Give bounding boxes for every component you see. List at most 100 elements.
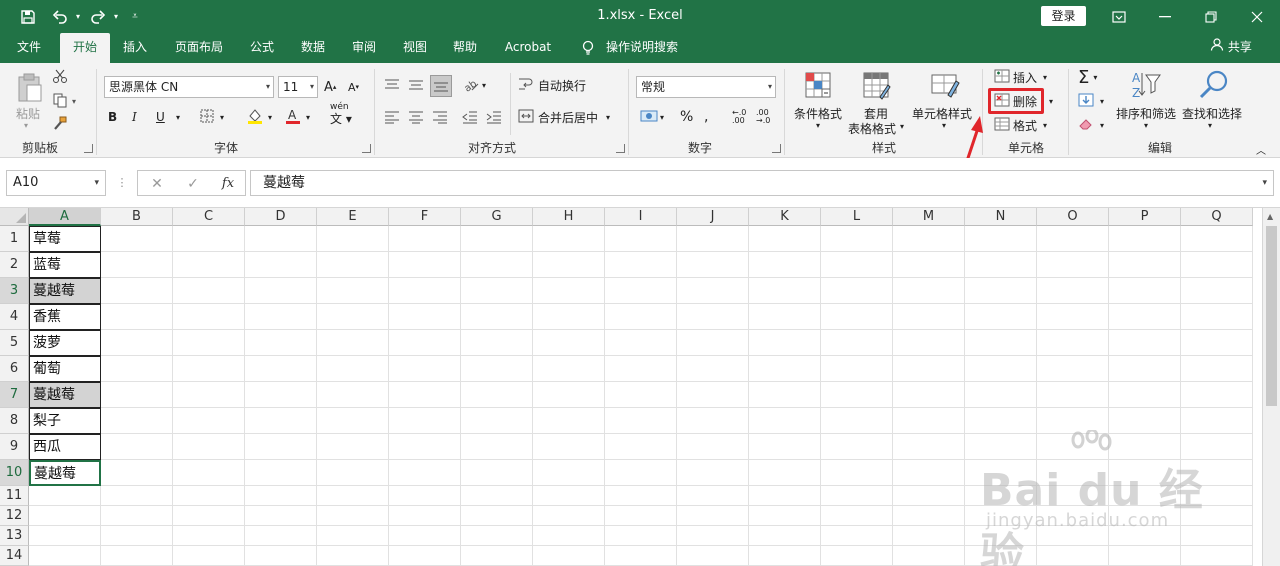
- row-header[interactable]: 2: [0, 252, 29, 278]
- cell-L1[interactable]: [821, 226, 893, 252]
- column-header[interactable]: K: [749, 208, 821, 226]
- cell-D10[interactable]: [245, 460, 317, 486]
- insert-function-icon[interactable]: fx: [216, 171, 240, 197]
- cell-P14[interactable]: [1109, 546, 1181, 566]
- cell-Q9[interactable]: [1181, 434, 1253, 460]
- tab-formulas[interactable]: 公式: [240, 33, 284, 63]
- cell-K4[interactable]: [749, 304, 821, 330]
- cell-H1[interactable]: [533, 226, 605, 252]
- cell-G14[interactable]: [461, 546, 533, 566]
- cell-O11[interactable]: [1037, 486, 1109, 506]
- cell-G7[interactable]: [461, 382, 533, 408]
- undo-icon[interactable]: [48, 0, 72, 33]
- cell-I4[interactable]: [605, 304, 677, 330]
- cell-Q7[interactable]: [1181, 382, 1253, 408]
- cell-H4[interactable]: [533, 304, 605, 330]
- redo-dropdown-icon[interactable]: ▾: [110, 0, 122, 33]
- name-box[interactable]: A10 ▾: [6, 170, 106, 196]
- font-launcher-icon[interactable]: [362, 144, 371, 153]
- column-header[interactable]: B: [101, 208, 173, 226]
- font-name-select[interactable]: 思源黑体 CN ▾: [104, 76, 274, 98]
- align-top-icon[interactable]: [384, 75, 402, 95]
- column-header[interactable]: M: [893, 208, 965, 226]
- cell-K6[interactable]: [749, 356, 821, 382]
- cell-F2[interactable]: [389, 252, 461, 278]
- cell-A9[interactable]: 西瓜: [29, 434, 101, 460]
- cell-O13[interactable]: [1037, 526, 1109, 546]
- confirm-icon[interactable]: ✓: [182, 171, 204, 197]
- cell-G2[interactable]: [461, 252, 533, 278]
- cell-E3[interactable]: [317, 278, 389, 304]
- cell-I1[interactable]: [605, 226, 677, 252]
- underline-button[interactable]: U: [156, 107, 172, 127]
- cell-E13[interactable]: [317, 526, 389, 546]
- alignment-launcher-icon[interactable]: [616, 144, 625, 153]
- cell-D2[interactable]: [245, 252, 317, 278]
- cell-N3[interactable]: [965, 278, 1037, 304]
- cell-E1[interactable]: [317, 226, 389, 252]
- cell-L14[interactable]: [821, 546, 893, 566]
- cell-B14[interactable]: [101, 546, 173, 566]
- cell-F12[interactable]: [389, 506, 461, 526]
- cell-D3[interactable]: [245, 278, 317, 304]
- cell-Q4[interactable]: [1181, 304, 1253, 330]
- underline-dropdown-icon[interactable]: ▾: [176, 107, 186, 127]
- clear-button[interactable]: ▾: [1078, 115, 1112, 135]
- column-header[interactable]: N: [965, 208, 1037, 226]
- cell-Q12[interactable]: [1181, 506, 1253, 526]
- cell-B8[interactable]: [101, 408, 173, 434]
- tell-me-search[interactable]: 操作说明搜索: [602, 33, 682, 63]
- cell-F13[interactable]: [389, 526, 461, 546]
- cell-D7[interactable]: [245, 382, 317, 408]
- cell-O5[interactable]: [1037, 330, 1109, 356]
- font-size-select[interactable]: 11 ▾: [278, 76, 318, 98]
- tab-help[interactable]: 帮助: [444, 33, 486, 63]
- cell-H11[interactable]: [533, 486, 605, 506]
- cell-F11[interactable]: [389, 486, 461, 506]
- cell-A6[interactable]: 葡萄: [29, 356, 101, 382]
- cell-E7[interactable]: [317, 382, 389, 408]
- conditional-formatting-button[interactable]: 条件格式 ▾: [792, 69, 846, 135]
- cell-P7[interactable]: [1109, 382, 1181, 408]
- cell-G11[interactable]: [461, 486, 533, 506]
- cell-O9[interactable]: [1037, 434, 1109, 460]
- cell-F3[interactable]: [389, 278, 461, 304]
- save-icon[interactable]: [14, 0, 42, 33]
- cell-Q5[interactable]: [1181, 330, 1253, 356]
- cell-N10[interactable]: [965, 460, 1037, 486]
- cell-K1[interactable]: [749, 226, 821, 252]
- minimize-icon[interactable]: [1142, 0, 1188, 33]
- increase-indent-icon[interactable]: [486, 107, 504, 127]
- cell-G13[interactable]: [461, 526, 533, 546]
- cell-G1[interactable]: [461, 226, 533, 252]
- cell-Q13[interactable]: [1181, 526, 1253, 546]
- cell-D9[interactable]: [245, 434, 317, 460]
- cell-P8[interactable]: [1109, 408, 1181, 434]
- tab-acrobat[interactable]: Acrobat: [497, 33, 559, 63]
- cell-D14[interactable]: [245, 546, 317, 566]
- scroll-up-icon[interactable]: ▲: [1267, 212, 1273, 221]
- row-header[interactable]: 8: [0, 408, 29, 434]
- cell-A3[interactable]: 蔓越莓: [29, 278, 101, 304]
- cell-I11[interactable]: [605, 486, 677, 506]
- cell-I10[interactable]: [605, 460, 677, 486]
- cell-Q8[interactable]: [1181, 408, 1253, 434]
- cell-J9[interactable]: [677, 434, 749, 460]
- column-header[interactable]: C: [173, 208, 245, 226]
- cell-M7[interactable]: [893, 382, 965, 408]
- cell-H13[interactable]: [533, 526, 605, 546]
- cell-P4[interactable]: [1109, 304, 1181, 330]
- cell-F7[interactable]: [389, 382, 461, 408]
- cell-N6[interactable]: [965, 356, 1037, 382]
- cell-N14[interactable]: [965, 546, 1037, 566]
- cell-C6[interactable]: [173, 356, 245, 382]
- align-bottom-icon[interactable]: [430, 75, 452, 97]
- cell-A4[interactable]: 香蕉: [29, 304, 101, 330]
- cell-N8[interactable]: [965, 408, 1037, 434]
- row-header[interactable]: 7: [0, 382, 29, 408]
- close-icon[interactable]: [1234, 0, 1280, 33]
- find-select-button[interactable]: 查找和选择 ▾: [1180, 69, 1244, 135]
- row-header[interactable]: 5: [0, 330, 29, 356]
- cell-Q10[interactable]: [1181, 460, 1253, 486]
- cell-Q1[interactable]: [1181, 226, 1253, 252]
